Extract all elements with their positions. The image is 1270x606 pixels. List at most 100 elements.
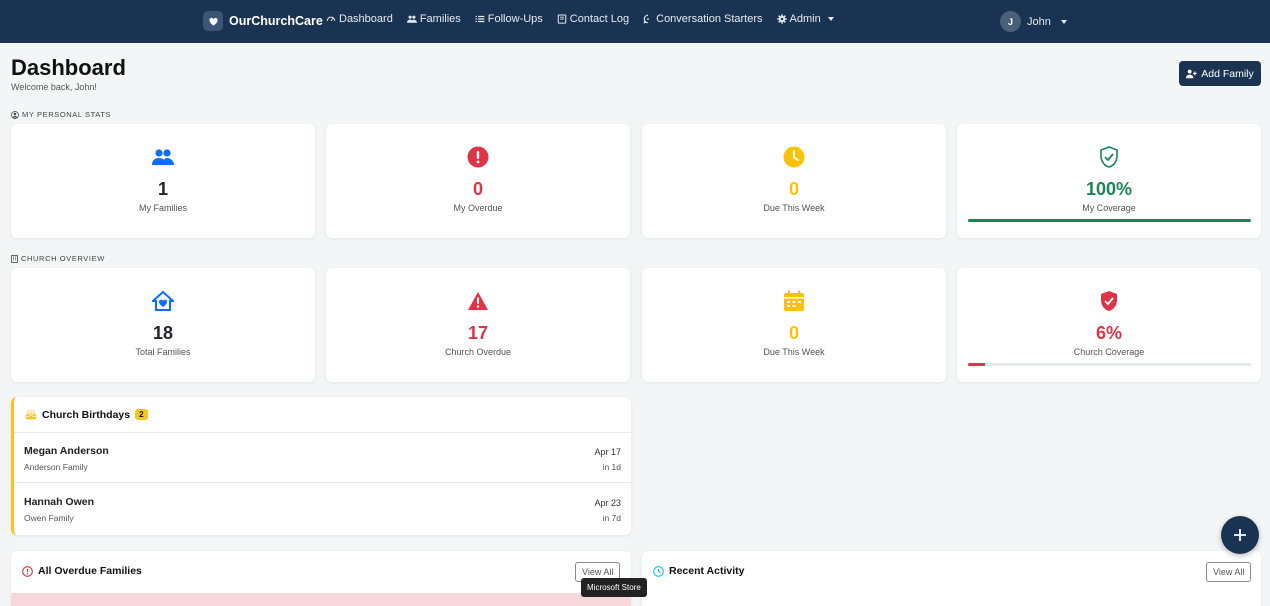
recent-activity-panel: Recent Activity View All xyxy=(642,551,1261,606)
stat-value: 100% xyxy=(1085,179,1133,199)
calendar-week-icon xyxy=(783,290,805,312)
gear-icon xyxy=(776,14,787,24)
welcome-message: Welcome back, John! xyxy=(11,82,97,92)
quick-add-button[interactable] xyxy=(1221,516,1259,554)
users-icon xyxy=(406,15,417,23)
coverage-progress-bar xyxy=(968,363,1251,366)
stat-value: 17 xyxy=(467,323,489,343)
stat-card-my-coverage: 100% My Coverage xyxy=(957,124,1261,238)
exclamation-circle-icon xyxy=(467,146,489,168)
overdue-title: All Overdue Families xyxy=(38,565,142,577)
birthday-count-badge: 2 xyxy=(135,409,148,420)
stat-card-my-families: 1 My Families xyxy=(11,124,315,238)
progress-fill xyxy=(968,363,985,366)
clock-icon xyxy=(783,146,805,168)
top-navbar: OurChurchCare Dashboard Families Follow-… xyxy=(0,0,1270,43)
stat-label: Due This Week xyxy=(763,347,825,357)
nav-item-label: Conversation Starters xyxy=(656,13,763,25)
family-name: Anderson Family xyxy=(24,462,88,472)
cake-icon xyxy=(25,410,37,420)
stat-label: My Coverage xyxy=(1082,203,1136,213)
overdue-families-panel: All Overdue Families View All xyxy=(11,551,631,606)
nav-item-follow-ups[interactable]: Follow-Ups xyxy=(475,13,543,25)
stat-label: Total Families xyxy=(135,347,191,357)
shield-check-icon xyxy=(1098,146,1120,168)
users-icon xyxy=(152,146,174,168)
birthdays-header: Church Birthdays 2 xyxy=(14,397,631,433)
gauge-icon xyxy=(326,16,336,22)
nav-item-conversation-starters[interactable]: Conversation Starters xyxy=(643,13,763,25)
nav-item-label: Dashboard xyxy=(339,13,393,25)
person-plus-icon xyxy=(1186,69,1197,78)
overdue-row[interactable] xyxy=(11,593,631,606)
stat-value: 0 xyxy=(472,179,483,199)
stat-label: Due This Week xyxy=(763,203,825,213)
journal-icon xyxy=(557,14,567,24)
stat-card-total-families: 18 Total Families xyxy=(11,268,315,382)
birthdays-title: Church Birthdays xyxy=(42,408,131,421)
progress-fill xyxy=(968,219,1251,222)
nav-item-admin[interactable]: Admin xyxy=(776,13,834,25)
nav-item-families[interactable]: Families xyxy=(406,13,461,25)
building-icon xyxy=(11,254,18,263)
days-until: in 7d xyxy=(602,513,621,523)
clock-history-icon xyxy=(653,565,664,577)
section-label-text: MY PERSONAL STATS xyxy=(22,110,112,119)
stat-card-my-overdue: 0 My Overdue xyxy=(326,124,630,238)
stat-card-church-due-this-week: 0 Due This Week xyxy=(642,268,946,382)
coverage-progress-bar xyxy=(968,219,1251,222)
person-name: Hannah Owen xyxy=(24,496,95,508)
stat-value: 6% xyxy=(1095,323,1122,343)
stat-label: My Overdue xyxy=(453,203,503,213)
church-birthdays-panel: Church Birthdays 2 Megan Anderson Anders… xyxy=(11,397,631,535)
taskbar-tooltip: Microsoft Store xyxy=(581,578,647,597)
stat-card-church-overdue: 17 Church Overdue xyxy=(326,268,630,382)
person-name: Megan Anderson xyxy=(24,445,109,457)
birthday-date: Apr 23 xyxy=(594,498,621,508)
list-item[interactable]: Hannah Owen Owen Family Apr 23 in 7d xyxy=(14,484,631,534)
chevron-down-icon xyxy=(1060,19,1067,24)
days-until: in 1d xyxy=(602,462,621,472)
view-all-activity-button[interactable]: View All xyxy=(1206,562,1252,582)
family-name: Owen Family xyxy=(24,513,74,523)
stat-value: 1 xyxy=(157,179,168,199)
heart-icon xyxy=(203,11,223,31)
list-icon xyxy=(475,15,485,23)
chat-icon xyxy=(643,14,650,24)
plus-icon xyxy=(1234,529,1246,541)
add-family-label: Add Family xyxy=(1201,67,1254,80)
stat-value: 0 xyxy=(788,323,799,343)
add-family-button[interactable]: Add Family xyxy=(1179,61,1261,86)
warning-triangle-icon xyxy=(467,290,489,312)
nav-menu: Dashboard Families Follow-Ups Contact Lo… xyxy=(326,13,834,25)
nav-item-label: Contact Log xyxy=(569,13,630,25)
stat-value: 18 xyxy=(152,323,174,343)
shield-fill-check-icon xyxy=(1098,290,1120,312)
nav-item-label: Follow-Ups xyxy=(487,13,543,25)
list-item[interactable]: Megan Anderson Anderson Family Apr 17 in… xyxy=(14,433,631,483)
nav-item-label: Families xyxy=(419,13,461,25)
brand-link[interactable]: OurChurchCare xyxy=(203,11,323,31)
nav-item-label: Admin xyxy=(789,13,821,25)
personal-stats-heading: MY PERSONAL STATS xyxy=(11,110,111,119)
nav-item-dashboard[interactable]: Dashboard xyxy=(326,13,393,25)
avatar: J xyxy=(1000,11,1021,32)
stat-value: 0 xyxy=(788,179,799,199)
exclamation-circle-icon xyxy=(22,565,33,577)
activity-header: Recent Activity xyxy=(653,565,744,577)
nav-item-contact-log[interactable]: Contact Log xyxy=(557,13,629,25)
user-menu[interactable]: J John xyxy=(1000,11,1067,32)
stat-label: Church Coverage xyxy=(1073,347,1145,357)
house-heart-icon xyxy=(152,290,174,312)
birthday-date: Apr 17 xyxy=(594,447,621,457)
stat-label: My Families xyxy=(138,203,187,213)
user-name: John xyxy=(1027,15,1051,28)
person-circle-icon xyxy=(11,110,19,119)
chevron-down-icon xyxy=(827,17,834,21)
stat-label: Church Overdue xyxy=(444,347,512,357)
page-title: Dashboard xyxy=(11,55,126,80)
section-label-text: CHURCH OVERVIEW xyxy=(21,254,105,263)
stat-card-due-this-week: 0 Due This Week xyxy=(642,124,946,238)
stat-card-church-coverage: 6% Church Coverage xyxy=(957,268,1261,382)
brand-name: OurChurchCare xyxy=(229,14,323,28)
